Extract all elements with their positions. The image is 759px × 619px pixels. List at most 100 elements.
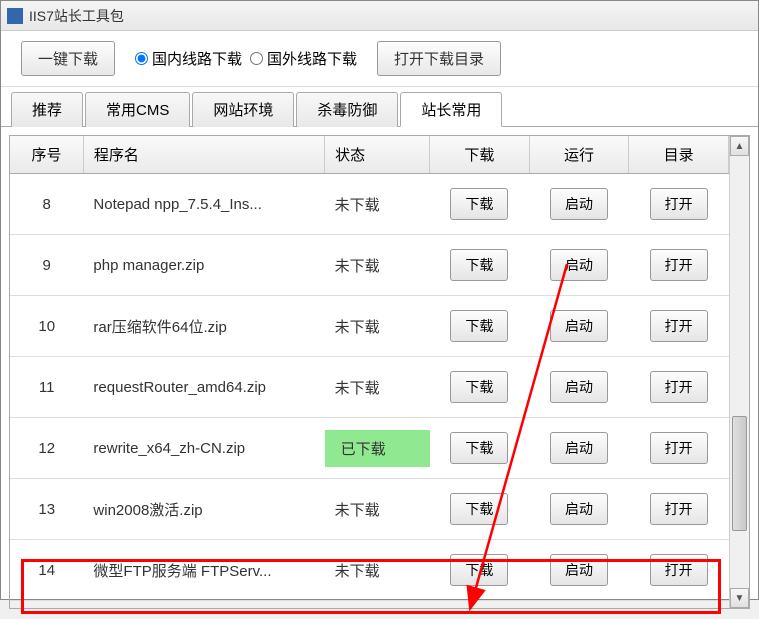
- cell-name: 微型FTP服务端 FTPServ...: [83, 540, 324, 601]
- open-dir-button[interactable]: 打开: [650, 249, 708, 281]
- scroll-thumb[interactable]: [732, 416, 747, 531]
- cell-status: 未下载: [325, 296, 430, 357]
- table-row: 11requestRouter_amd64.zip未下载下载 启动 打开: [10, 357, 729, 418]
- cell-download: 下载: [430, 235, 530, 296]
- tabs: 推荐常用CMS网站环境杀毒防御站长常用: [1, 91, 758, 127]
- radio-foreign[interactable]: 国外线路下载: [250, 48, 357, 69]
- cell-index: 10: [10, 296, 83, 357]
- download-button[interactable]: 下载: [450, 310, 508, 342]
- radio-domestic-label: 国内线路下载: [152, 48, 242, 69]
- scroll-up-arrow-icon[interactable]: ▲: [730, 136, 749, 156]
- programs-table: 序号 程序名 状态 下载 运行 目录 8Notepad npp_7.5.4_In…: [10, 136, 729, 601]
- cell-status: 已下载: [325, 418, 430, 479]
- cell-name: Notepad npp_7.5.4_Ins...: [83, 174, 324, 235]
- cell-dir: 打开: [629, 357, 729, 418]
- tab-1[interactable]: 常用CMS: [85, 92, 190, 127]
- run-button[interactable]: 启动: [550, 371, 608, 403]
- table-row: 13win2008激活.zip未下载下载 启动 打开: [10, 479, 729, 540]
- download-button[interactable]: 下载: [450, 554, 508, 586]
- cell-status: 未下载: [325, 235, 430, 296]
- open-dir-button[interactable]: 打开: [650, 371, 708, 403]
- header-name[interactable]: 程序名: [83, 136, 324, 174]
- table-row: 10rar压缩软件64位.zip未下载下载 启动 打开: [10, 296, 729, 357]
- run-button[interactable]: 启动: [550, 310, 608, 342]
- radio-foreign-label: 国外线路下载: [267, 48, 357, 69]
- radio-domestic-input[interactable]: [135, 52, 148, 65]
- cell-index: 12: [10, 418, 83, 479]
- table-container: 序号 程序名 状态 下载 运行 目录 8Notepad npp_7.5.4_In…: [1, 127, 758, 617]
- cell-status: 未下载: [325, 540, 430, 601]
- run-button[interactable]: 启动: [550, 554, 608, 586]
- open-download-dir-button[interactable]: 打开下载目录: [377, 41, 501, 76]
- titlebar: IIS7站长工具包: [1, 1, 758, 31]
- cell-download: 下载: [430, 479, 530, 540]
- cell-download: 下载: [430, 174, 530, 235]
- tab-4[interactable]: 站长常用: [400, 92, 502, 127]
- cell-name: win2008激活.zip: [83, 479, 324, 540]
- radio-domestic[interactable]: 国内线路下载: [135, 48, 242, 69]
- header-index[interactable]: 序号: [10, 136, 83, 174]
- cell-run: 启动: [529, 418, 629, 479]
- download-all-button[interactable]: 一键下载: [21, 41, 115, 76]
- open-dir-button[interactable]: 打开: [650, 493, 708, 525]
- cell-status: 未下载: [325, 174, 430, 235]
- open-dir-button[interactable]: 打开: [650, 188, 708, 220]
- download-button[interactable]: 下载: [450, 432, 508, 464]
- cell-download: 下载: [430, 296, 530, 357]
- download-route-radio-group: 国内线路下载 国外线路下载: [135, 48, 357, 69]
- download-button[interactable]: 下载: [450, 188, 508, 220]
- run-button[interactable]: 启动: [550, 493, 608, 525]
- open-dir-button[interactable]: 打开: [650, 310, 708, 342]
- cell-name: php manager.zip: [83, 235, 324, 296]
- table-row: 8Notepad npp_7.5.4_Ins...未下载下载 启动 打开: [10, 174, 729, 235]
- cell-run: 启动: [529, 235, 629, 296]
- radio-foreign-input[interactable]: [250, 52, 263, 65]
- cell-run: 启动: [529, 174, 629, 235]
- download-button[interactable]: 下载: [450, 371, 508, 403]
- tab-0[interactable]: 推荐: [11, 92, 83, 127]
- tab-2[interactable]: 网站环境: [192, 92, 294, 127]
- app-icon: [7, 8, 23, 24]
- vertical-scrollbar[interactable]: ▲ ▼: [729, 136, 749, 608]
- open-dir-button[interactable]: 打开: [650, 554, 708, 586]
- table-row: 14微型FTP服务端 FTPServ...未下载下载 启动 打开: [10, 540, 729, 601]
- header-run[interactable]: 运行: [529, 136, 629, 174]
- cell-run: 启动: [529, 540, 629, 601]
- cell-run: 启动: [529, 357, 629, 418]
- cell-index: 14: [10, 540, 83, 601]
- window-title: IIS7站长工具包: [29, 6, 124, 26]
- cell-dir: 打开: [629, 174, 729, 235]
- download-button[interactable]: 下载: [450, 249, 508, 281]
- scroll-down-arrow-icon[interactable]: ▼: [730, 588, 749, 608]
- run-button[interactable]: 启动: [550, 249, 608, 281]
- cell-dir: 打开: [629, 418, 729, 479]
- app-window: IIS7站长工具包 一键下载 国内线路下载 国外线路下载 打开下载目录 推荐常用…: [0, 0, 759, 600]
- table-wrapper: 序号 程序名 状态 下载 运行 目录 8Notepad npp_7.5.4_In…: [9, 135, 750, 609]
- cell-name: requestRouter_amd64.zip: [83, 357, 324, 418]
- cell-name: rewrite_x64_zh-CN.zip: [83, 418, 324, 479]
- cell-index: 8: [10, 174, 83, 235]
- cell-index: 11: [10, 357, 83, 418]
- cell-status: 未下载: [325, 357, 430, 418]
- cell-download: 下载: [430, 357, 530, 418]
- tab-3[interactable]: 杀毒防御: [296, 92, 398, 127]
- cell-dir: 打开: [629, 235, 729, 296]
- download-button[interactable]: 下载: [450, 493, 508, 525]
- cell-download: 下载: [430, 418, 530, 479]
- cell-dir: 打开: [629, 296, 729, 357]
- cell-name: rar压缩软件64位.zip: [83, 296, 324, 357]
- cell-index: 13: [10, 479, 83, 540]
- header-download[interactable]: 下载: [430, 136, 530, 174]
- cell-download: 下载: [430, 540, 530, 601]
- header-dir[interactable]: 目录: [629, 136, 729, 174]
- table-row: 12rewrite_x64_zh-CN.zip已下载下载 启动 打开: [10, 418, 729, 479]
- table-row: 9php manager.zip未下载下载启动打开: [10, 235, 729, 296]
- cell-run: 启动: [529, 296, 629, 357]
- open-dir-button[interactable]: 打开: [650, 432, 708, 464]
- header-status[interactable]: 状态: [325, 136, 430, 174]
- cell-status: 未下载: [325, 479, 430, 540]
- cell-run: 启动: [529, 479, 629, 540]
- run-button[interactable]: 启动: [550, 432, 608, 464]
- cell-dir: 打开: [629, 540, 729, 601]
- run-button[interactable]: 启动: [550, 188, 608, 220]
